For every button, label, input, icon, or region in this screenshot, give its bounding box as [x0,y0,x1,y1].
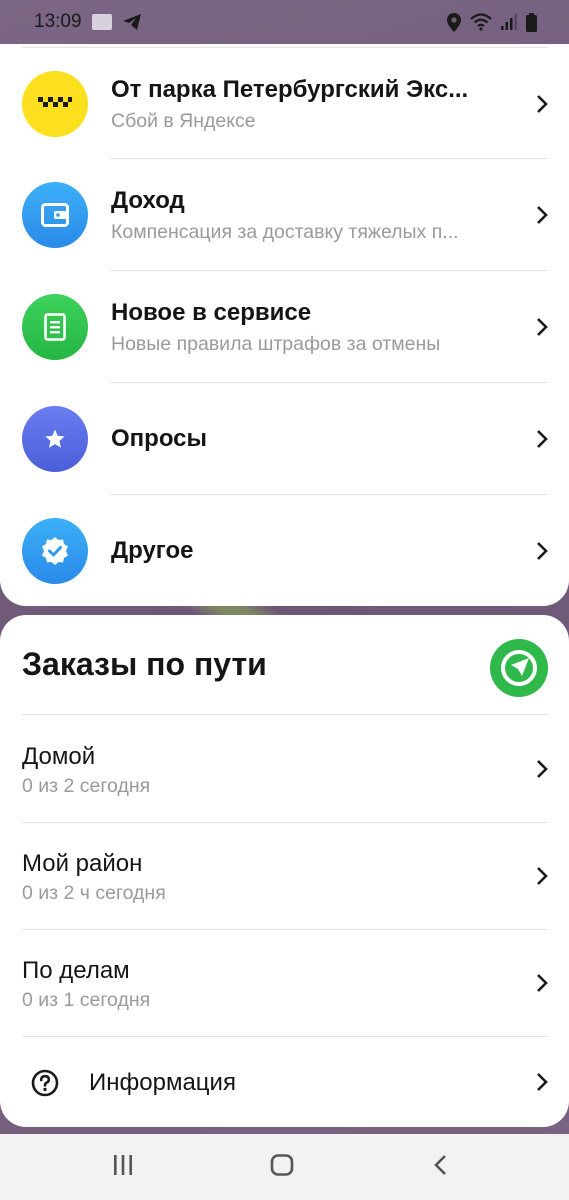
route-subtitle: 0 из 2 сегодня [22,775,151,797]
chevron-right-icon [537,318,548,336]
status-time: 13:09 [34,11,82,32]
signal-icon [501,14,517,30]
category-title: Новое в сервисе [111,298,312,326]
star-icon [22,406,88,472]
verified-badge-icon [22,518,88,584]
category-title: Опросы [111,425,208,452]
wifi-icon [470,13,492,31]
notification-thumbnail-icon [91,14,112,30]
category-row-park[interactable]: От парка Петербургский Экс... Сбой в Янд… [0,48,569,160]
section-title: Заказы по пути [22,646,267,682]
help-circle-icon [31,1069,59,1097]
system-navigation-bar [0,1134,569,1200]
category-row-whats-new[interactable]: Новое в сервисе Новые правила штрафов за… [0,271,569,383]
category-row-other[interactable]: Другое [0,495,569,607]
status-bar: 13:09 [0,0,569,44]
back-icon[interactable] [433,1154,449,1176]
telegram-icon [122,14,141,30]
document-icon [22,294,88,360]
route-row-home[interactable]: Домой 0 из 2 сегодня [0,715,569,822]
category-subtitle: Компенсация за доставку тяжелых п... [111,220,459,243]
chevron-right-icon [537,759,548,778]
category-row-income[interactable]: Доход Компенсация за доставку тяжелых п.… [0,159,569,271]
location-icon [447,12,461,32]
taxi-checker-icon [22,71,88,137]
info-row[interactable]: Информация [0,1038,569,1126]
chevron-right-icon [537,1073,548,1091]
category-title: Другое [111,537,194,564]
category-row-surveys[interactable]: Опросы [0,383,569,495]
info-label: Информация [89,1069,236,1096]
category-title: Доход [111,186,185,214]
chevron-right-icon [537,973,548,992]
chevron-right-icon [537,866,548,885]
route-row-my-district[interactable]: Мой район 0 из 2 ч сегодня [0,822,569,929]
recent-apps-icon[interactable] [112,1154,134,1176]
route-title: Мой район [22,850,143,877]
divider [22,1036,547,1037]
route-orders-card: Заказы по пути Домой 0 из 2 сегодня Мой … [0,615,569,1127]
chevron-right-icon [537,430,548,448]
route-title: По делам [22,957,130,984]
route-subtitle: 0 из 1 сегодня [22,989,151,1011]
category-subtitle: Новые правила штрафов за отмены [111,332,441,355]
route-subtitle: 0 из 2 ч сегодня [22,882,166,904]
route-row-errands[interactable]: По делам 0 из 1 сегодня [0,929,569,1036]
route-title: Домой [22,743,96,770]
battery-icon [526,12,537,32]
category-subtitle: Сбой в Яндексе [111,109,256,132]
route-direction-icon[interactable] [490,639,548,697]
wallet-icon [22,182,88,248]
category-title: От парка Петербургский Экс... [111,75,469,103]
chevron-right-icon [537,206,548,224]
chevron-right-icon [537,95,548,113]
news-categories-card: От парка Петербургский Экс... Сбой в Янд… [0,44,569,606]
home-icon[interactable] [270,1154,294,1176]
chevron-right-icon [537,542,548,560]
